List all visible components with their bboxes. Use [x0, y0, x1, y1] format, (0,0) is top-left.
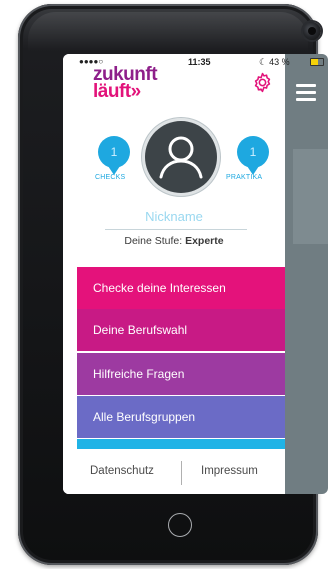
hamburger-menu-icon[interactable]	[296, 84, 316, 102]
app-screen: zukunft läuft» 1 CHECKS 1 PRAKTIKA Nickn…	[63, 54, 328, 494]
praktika-label: PRAKTIKA	[226, 174, 263, 181]
menu-item-partial[interactable]	[77, 439, 285, 449]
status-bar: ●●●●○ 11:35 ☾ 43 %	[63, 54, 328, 68]
background-content-panel[interactable]	[285, 54, 328, 494]
checks-label: CHECKS	[95, 174, 126, 181]
menu-item-berufswahl[interactable]: Deine Berufswahl	[77, 309, 285, 351]
battery-icon	[310, 58, 324, 66]
menu-item-hilfreiche-fragen[interactable]: Hilfreiche Fragen	[77, 353, 285, 395]
nickname-text[interactable]: Nickname	[63, 209, 285, 224]
phone-top-bezel	[28, 12, 308, 52]
signal-strength-icon: ●●●●○	[79, 57, 104, 66]
battery-status: ☾ 43 %	[259, 57, 290, 68]
praktika-count-badge: 1	[237, 136, 269, 175]
impressum-link[interactable]: Impressum	[201, 449, 258, 494]
level-value: Experte	[185, 235, 224, 247]
front-camera-icon	[303, 22, 321, 40]
status-time: 11:35	[188, 57, 211, 67]
level-prefix: Deine Stufe:	[124, 235, 186, 247]
app-logo: zukunft läuft»	[93, 65, 173, 102]
side-menu: zukunft läuft» 1 CHECKS 1 PRAKTIKA Nickn…	[63, 54, 285, 494]
logo-line-2: läuft»	[93, 81, 141, 102]
do-not-disturb-icon: ☾	[259, 57, 268, 67]
user-avatar-icon[interactable]	[145, 121, 217, 193]
footer-divider	[181, 461, 182, 485]
datenschutz-link[interactable]: Datenschutz	[90, 449, 154, 494]
menu-item-checke-interessen[interactable]: Checke deine Interessen	[77, 267, 285, 309]
menu-footer: Datenschutz Impressum	[63, 449, 285, 494]
battery-percent: 43 %	[269, 57, 290, 67]
menu-item-alle-berufsgruppen[interactable]: Alle Berufsgruppen	[77, 396, 285, 438]
phone-frame: zukunft läuft» 1 CHECKS 1 PRAKTIKA Nickn…	[18, 4, 328, 565]
level-text: Deine Stufe: Experte	[63, 235, 285, 247]
gear-icon[interactable]	[252, 72, 273, 93]
background-content-block	[293, 149, 328, 244]
nickname-underline	[105, 229, 247, 230]
checks-count-badge: 1	[98, 136, 130, 175]
home-button[interactable]	[168, 513, 192, 537]
